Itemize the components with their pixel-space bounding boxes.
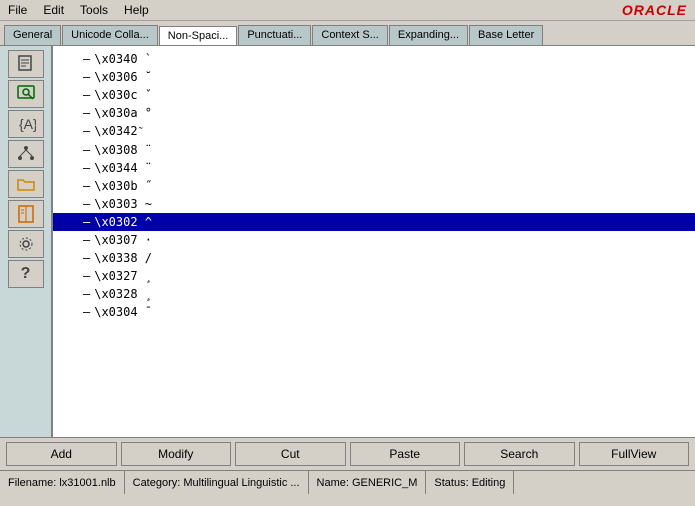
tool-braces-btn[interactable]: {A} xyxy=(8,110,44,138)
list-item[interactable]: \x0340 ` xyxy=(53,50,695,68)
add-button[interactable]: Add xyxy=(6,442,117,466)
tool-help-btn[interactable]: ? xyxy=(8,260,44,288)
tab-nonspacing[interactable]: Non-Spaci... xyxy=(159,26,238,46)
status-editing: Status: Editing xyxy=(426,471,514,494)
tool-folder-btn[interactable] xyxy=(8,170,44,198)
tab-bar: General Unicode Colla... Non-Spaci... Pu… xyxy=(0,21,695,45)
question-icon: ? xyxy=(21,265,31,283)
list-item[interactable]: \x030c ˇ xyxy=(53,86,695,104)
menu-edit[interactable]: Edit xyxy=(39,2,68,18)
tab-baseletter[interactable]: Base Letter xyxy=(469,25,543,45)
list-item[interactable]: \x0327 ¸ xyxy=(53,267,695,285)
oracle-logo: ORACLE xyxy=(622,2,691,18)
tool-gear-btn[interactable] xyxy=(8,230,44,258)
paste-button[interactable]: Paste xyxy=(350,442,461,466)
cut-button[interactable]: Cut xyxy=(235,442,346,466)
fullview-button[interactable]: FullView xyxy=(579,442,690,466)
list-item[interactable]: \x0306 ˘ xyxy=(53,68,695,86)
menu-help[interactable]: Help xyxy=(120,2,153,18)
list-item[interactable]: \x0342 ͂ xyxy=(53,122,695,141)
menu-file[interactable]: File xyxy=(4,2,31,18)
search-button[interactable]: Search xyxy=(464,442,575,466)
list-item[interactable]: \x0344 ¨ xyxy=(53,159,695,177)
status-filename: Filename: lx31001.nlb xyxy=(0,471,125,494)
list-item[interactable]: \x030a ° xyxy=(53,104,695,122)
tab-punctuation[interactable]: Punctuati... xyxy=(238,25,311,45)
status-category: Category: Multilingual Linguistic ... xyxy=(125,471,309,494)
nodes-icon xyxy=(16,144,36,164)
list-item[interactable]: \x0303 ~ xyxy=(53,195,695,213)
list-item[interactable]: \x0307 · xyxy=(53,231,695,249)
tab-expanding[interactable]: Expanding... xyxy=(389,25,468,45)
svg-text:{A}: {A} xyxy=(19,116,36,132)
list-item[interactable]: \x0328 ¸ xyxy=(53,285,695,303)
book-icon xyxy=(16,204,36,224)
tab-context[interactable]: Context S... xyxy=(312,25,387,45)
tab-general[interactable]: General xyxy=(4,25,61,45)
list-item[interactable]: \x030b ˝ xyxy=(53,177,695,195)
doclist-icon xyxy=(16,54,36,74)
main-area: {A} xyxy=(0,45,695,437)
status-bar: Filename: lx31001.nlb Category: Multilin… xyxy=(0,470,695,494)
tool-doclist-btn[interactable] xyxy=(8,50,44,78)
tool-filter-btn[interactable] xyxy=(8,80,44,108)
braces-icon: {A} xyxy=(16,114,36,134)
list-item[interactable]: \x0338 / xyxy=(53,249,695,267)
menu-items: File Edit Tools Help xyxy=(4,2,153,18)
folder-icon xyxy=(16,174,36,194)
list-item[interactable]: \x0304 ¯ xyxy=(53,303,695,321)
filter-icon xyxy=(16,84,36,104)
menu-bar: File Edit Tools Help ORACLE xyxy=(0,0,695,21)
modify-button[interactable]: Modify xyxy=(121,442,232,466)
status-name: Name: GENERIC_M xyxy=(309,471,427,494)
list-container[interactable]: \x0340 ` \x0306 ˘ \x030c ˇ \x030a ° \x03… xyxy=(53,46,695,437)
list-item[interactable]: \x0308 ¨ xyxy=(53,141,695,159)
tab-unicode[interactable]: Unicode Colla... xyxy=(62,25,158,45)
gear-icon xyxy=(16,234,36,254)
left-toolbar: {A} xyxy=(0,45,52,437)
button-row: Add Modify Cut Paste Search FullView xyxy=(0,437,695,470)
content-area: \x0340 ` \x0306 ˘ \x030c ˇ \x030a ° \x03… xyxy=(52,45,695,437)
menu-tools[interactable]: Tools xyxy=(76,2,112,18)
list-item-selected[interactable]: \x0302 ^ xyxy=(53,213,695,231)
tool-nodes-btn[interactable] xyxy=(8,140,44,168)
tool-book-btn[interactable] xyxy=(8,200,44,228)
